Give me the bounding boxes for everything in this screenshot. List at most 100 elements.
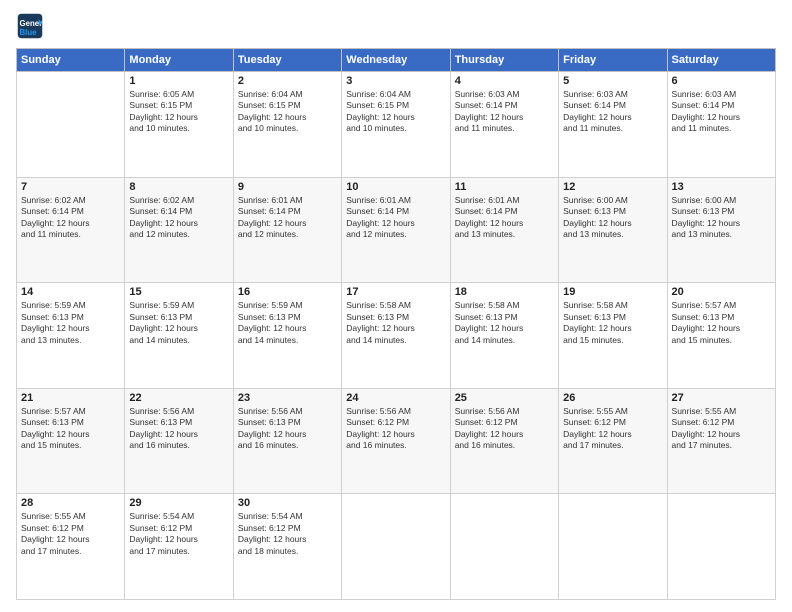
day-number: 2	[238, 75, 337, 87]
calendar-cell: 26Sunrise: 5:55 AM Sunset: 6:12 PM Dayli…	[559, 388, 667, 494]
day-number: 24	[346, 392, 445, 404]
calendar-cell: 23Sunrise: 5:56 AM Sunset: 6:13 PM Dayli…	[233, 388, 341, 494]
cell-content: Sunrise: 5:54 AM Sunset: 6:12 PM Dayligh…	[238, 511, 337, 557]
day-number: 22	[129, 392, 228, 404]
calendar-cell: 2 Sunrise: 6:04 AM Sunset: 6:15 PM Daylig…	[233, 72, 341, 178]
cell-content: Sunrise: 6:01 AM Sunset: 6:14 PM Dayligh…	[346, 195, 445, 241]
calendar-cell: 28 Sunrise: 5:55 AM Sunset: 6:12 PM Dayli…	[17, 494, 125, 600]
calendar-cell: 18 Sunrise: 5:58 AM Sunset: 6:13 PM Dayli…	[450, 283, 558, 389]
calendar-cell: 20Sunrise: 5:57 AM Sunset: 6:13 PM Dayli…	[667, 283, 775, 389]
day-number: 3	[346, 75, 445, 87]
calendar-cell: 15 Sunrise: 5:59 AM Sunset: 6:13 PM Dayli…	[125, 283, 233, 389]
cell-content: Sunrise: 5:55 AM Sunset: 6:12 PM Dayligh…	[672, 406, 771, 452]
cell-content: Sunrise: 5:56 AM Sunset: 6:13 PM Dayligh…	[238, 406, 337, 452]
col-header-tuesday: Tuesday	[233, 49, 341, 72]
col-header-wednesday: Wednesday	[342, 49, 450, 72]
header: General Blue	[16, 12, 776, 40]
week-row-3: 14 Sunrise: 5:59 AM Sunset: 6:13 PM Dayli…	[17, 283, 776, 389]
day-number: 6	[672, 75, 771, 87]
cell-content: Sunrise: 5:56 AM Sunset: 6:12 PM Dayligh…	[455, 406, 554, 452]
day-number: 4	[455, 75, 554, 87]
cell-content: Sunrise: 6:03 AM Sunset: 6:14 PM Dayligh…	[563, 89, 662, 135]
page: General Blue SundayMondayTuesdayWednesda…	[0, 0, 792, 612]
calendar-cell: 30 Sunrise: 5:54 AM Sunset: 6:12 PM Dayli…	[233, 494, 341, 600]
calendar-cell: 5 Sunrise: 6:03 AM Sunset: 6:14 PM Daylig…	[559, 72, 667, 178]
day-number: 30	[238, 497, 337, 509]
calendar-cell: 3 Sunrise: 6:04 AM Sunset: 6:15 PM Daylig…	[342, 72, 450, 178]
logo: General Blue	[16, 12, 48, 40]
week-row-4: 21 Sunrise: 5:57 AM Sunset: 6:13 PM Dayli…	[17, 388, 776, 494]
day-number: 11	[455, 181, 554, 193]
day-number: 1	[129, 75, 228, 87]
day-number: 17	[346, 286, 445, 298]
cell-content: Sunrise: 5:58 AM Sunset: 6:13 PM Dayligh…	[563, 300, 662, 346]
day-number: 21	[21, 392, 120, 404]
cell-content: Sunrise: 6:04 AM Sunset: 6:15 PM Dayligh…	[238, 89, 337, 135]
calendar-cell	[342, 494, 450, 600]
calendar-cell: 27Sunrise: 5:55 AM Sunset: 6:12 PM Dayli…	[667, 388, 775, 494]
day-number: 7	[21, 181, 120, 193]
col-header-saturday: Saturday	[667, 49, 775, 72]
cell-content: Sunrise: 5:56 AM Sunset: 6:13 PM Dayligh…	[129, 406, 228, 452]
calendar-cell: 17 Sunrise: 5:58 AM Sunset: 6:13 PM Dayli…	[342, 283, 450, 389]
col-header-friday: Friday	[559, 49, 667, 72]
cell-content: Sunrise: 6:05 AM Sunset: 6:15 PM Dayligh…	[129, 89, 228, 135]
cell-content: Sunrise: 5:54 AM Sunset: 6:12 PM Dayligh…	[129, 511, 228, 557]
cell-content: Sunrise: 6:03 AM Sunset: 6:14 PM Dayligh…	[455, 89, 554, 135]
logo-icon: General Blue	[16, 12, 44, 40]
col-header-sunday: Sunday	[17, 49, 125, 72]
calendar-cell: 19 Sunrise: 5:58 AM Sunset: 6:13 PM Dayli…	[559, 283, 667, 389]
calendar-cell: 12 Sunrise: 6:00 AM Sunset: 6:13 PM Dayli…	[559, 177, 667, 283]
day-number: 5	[563, 75, 662, 87]
day-number: 25	[455, 392, 554, 404]
calendar-cell: 9Sunrise: 6:01 AM Sunset: 6:14 PM Daylig…	[233, 177, 341, 283]
col-header-thursday: Thursday	[450, 49, 558, 72]
calendar-cell: 24Sunrise: 5:56 AM Sunset: 6:12 PM Dayli…	[342, 388, 450, 494]
col-header-monday: Monday	[125, 49, 233, 72]
calendar-cell	[450, 494, 558, 600]
calendar-cell: 14 Sunrise: 5:59 AM Sunset: 6:13 PM Dayli…	[17, 283, 125, 389]
calendar-cell: 22 Sunrise: 5:56 AM Sunset: 6:13 PM Dayli…	[125, 388, 233, 494]
calendar-cell	[667, 494, 775, 600]
calendar-cell: 6 Sunrise: 6:03 AM Sunset: 6:14 PM Daylig…	[667, 72, 775, 178]
calendar-cell: 11Sunrise: 6:01 AM Sunset: 6:14 PM Dayli…	[450, 177, 558, 283]
cell-content: Sunrise: 5:59 AM Sunset: 6:13 PM Dayligh…	[21, 300, 120, 346]
day-number: 29	[129, 497, 228, 509]
calendar-cell: 1 Sunrise: 6:05 AM Sunset: 6:15 PM Daylig…	[125, 72, 233, 178]
day-number: 8	[129, 181, 228, 193]
cell-content: Sunrise: 6:00 AM Sunset: 6:13 PM Dayligh…	[563, 195, 662, 241]
calendar-cell: 7Sunrise: 6:02 AM Sunset: 6:14 PM Daylig…	[17, 177, 125, 283]
day-number: 20	[672, 286, 771, 298]
week-row-5: 28 Sunrise: 5:55 AM Sunset: 6:12 PM Dayli…	[17, 494, 776, 600]
calendar-cell: 13Sunrise: 6:00 AM Sunset: 6:13 PM Dayli…	[667, 177, 775, 283]
day-number: 15	[129, 286, 228, 298]
cell-content: Sunrise: 5:57 AM Sunset: 6:13 PM Dayligh…	[21, 406, 120, 452]
week-row-1: 1 Sunrise: 6:05 AM Sunset: 6:15 PM Daylig…	[17, 72, 776, 178]
day-number: 10	[346, 181, 445, 193]
calendar-cell: 25 Sunrise: 5:56 AM Sunset: 6:12 PM Dayli…	[450, 388, 558, 494]
cell-content: Sunrise: 5:58 AM Sunset: 6:13 PM Dayligh…	[455, 300, 554, 346]
cell-content: Sunrise: 6:04 AM Sunset: 6:15 PM Dayligh…	[346, 89, 445, 135]
cell-content: Sunrise: 5:59 AM Sunset: 6:13 PM Dayligh…	[238, 300, 337, 346]
day-number: 28	[21, 497, 120, 509]
calendar-cell: 29 Sunrise: 5:54 AM Sunset: 6:12 PM Dayli…	[125, 494, 233, 600]
calendar-table: SundayMondayTuesdayWednesdayThursdayFrid…	[16, 48, 776, 600]
day-number: 18	[455, 286, 554, 298]
cell-content: Sunrise: 5:58 AM Sunset: 6:13 PM Dayligh…	[346, 300, 445, 346]
day-number: 12	[563, 181, 662, 193]
calendar-cell: 8Sunrise: 6:02 AM Sunset: 6:14 PM Daylig…	[125, 177, 233, 283]
cell-content: Sunrise: 5:55 AM Sunset: 6:12 PM Dayligh…	[21, 511, 120, 557]
calendar-header-row: SundayMondayTuesdayWednesdayThursdayFrid…	[17, 49, 776, 72]
cell-content: Sunrise: 6:03 AM Sunset: 6:14 PM Dayligh…	[672, 89, 771, 135]
day-number: 14	[21, 286, 120, 298]
calendar-cell	[559, 494, 667, 600]
day-number: 19	[563, 286, 662, 298]
day-number: 16	[238, 286, 337, 298]
svg-text:Blue: Blue	[20, 28, 38, 37]
cell-content: Sunrise: 5:59 AM Sunset: 6:13 PM Dayligh…	[129, 300, 228, 346]
cell-content: Sunrise: 6:01 AM Sunset: 6:14 PM Dayligh…	[238, 195, 337, 241]
calendar-cell	[17, 72, 125, 178]
calendar-cell: 4 Sunrise: 6:03 AM Sunset: 6:14 PM Daylig…	[450, 72, 558, 178]
calendar-cell: 10 Sunrise: 6:01 AM Sunset: 6:14 PM Dayli…	[342, 177, 450, 283]
calendar-cell: 21 Sunrise: 5:57 AM Sunset: 6:13 PM Dayli…	[17, 388, 125, 494]
